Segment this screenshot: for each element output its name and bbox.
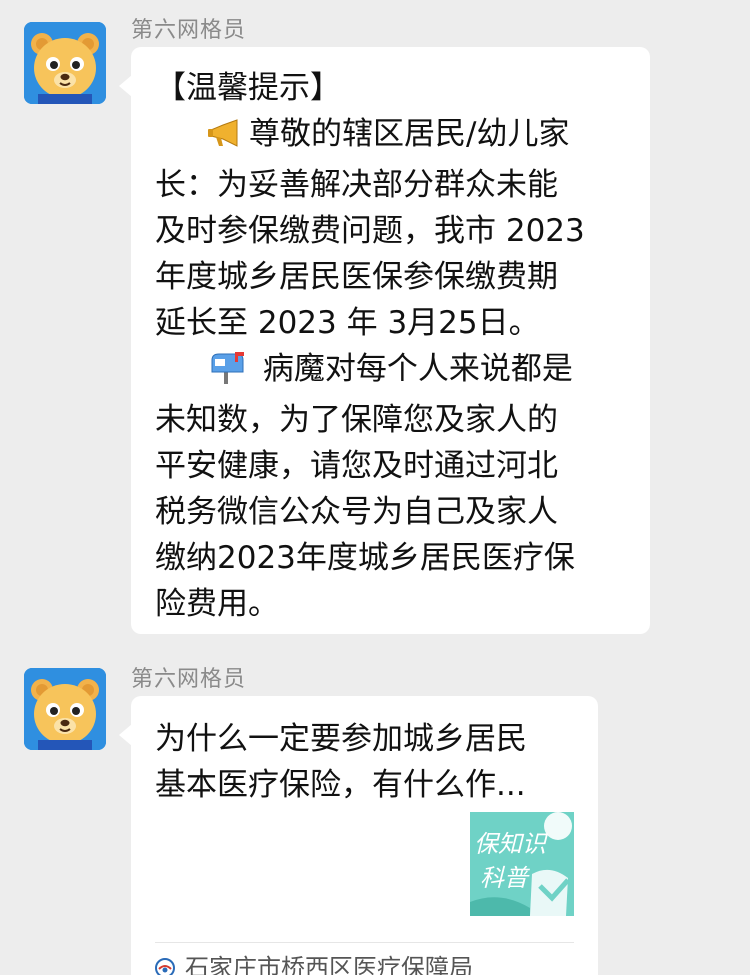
text-line: 平安健康，请您及时通过河北 (155, 448, 558, 484)
text-line: 长：为妥善解决部分群众未能 (155, 167, 558, 203)
card-title-line: 为什么一定要参加城乡居民 (155, 721, 527, 757)
article-card[interactable]: 为什么一定要参加城乡居民 基本医疗保险，有什么作... 保知识 科普 石家庄市桥… (119, 696, 598, 975)
source-logo-icon (155, 956, 175, 975)
bear-avatar-icon (24, 668, 106, 750)
card-thumbnail: 保知识 科普 (470, 812, 574, 916)
divider (155, 942, 574, 943)
bear-avatar-icon (24, 22, 106, 104)
text-line: 年度城乡居民医保参保缴费期 (155, 259, 558, 295)
source-name: 石家庄市桥西区医疗保障局 (185, 954, 473, 975)
megaphone-icon (207, 116, 241, 162)
text-line: 病魔对每个人来说都是 (253, 351, 573, 387)
text-line: 未知数，为了保障您及家人的 (155, 402, 558, 438)
chat-window: 第六网格员 【温馨提示】 尊敬的辖区居民/幼儿家 长：为妥善解决部分群众未能 及… (0, 0, 750, 975)
sender-name: 第六网格员 (131, 667, 247, 692)
text-line: 延长至 2023 年 3月25日。 (155, 305, 540, 341)
thumb-text: 科普 (480, 864, 530, 892)
mailbox-icon (207, 351, 245, 397)
avatar[interactable] (24, 22, 106, 104)
message-bubble[interactable]: 【温馨提示】 尊敬的辖区居民/幼儿家 长：为妥善解决部分群众未能 及时参保缴费问… (119, 47, 650, 634)
text-line: 缴纳2023年度城乡居民医疗保 (155, 540, 575, 576)
text-line: 尊敬的辖区居民/幼儿家 (249, 116, 570, 152)
card-title-line: 基本医疗保险，有什么作... (155, 767, 526, 803)
card-source: 石家庄市桥西区医疗保障局 (155, 948, 473, 975)
text-line: 及时参保缴费问题，我市 2023 (155, 213, 585, 249)
avatar[interactable] (24, 668, 106, 750)
text-line: 险费用。 (155, 586, 279, 622)
text-line: 税务微信公众号为自己及家人 (155, 494, 558, 530)
message-paragraph: 尊敬的辖区居民/幼儿家 (155, 111, 630, 162)
sender-name: 第六网格员 (131, 18, 247, 43)
message-paragraph: 病魔对每个人来说都是 (155, 346, 630, 397)
card-title: 为什么一定要参加城乡居民 基本医疗保险，有什么作... (155, 716, 576, 808)
thumb-text: 保知识 (474, 830, 549, 858)
message-heading: 【温馨提示】 (155, 70, 341, 106)
